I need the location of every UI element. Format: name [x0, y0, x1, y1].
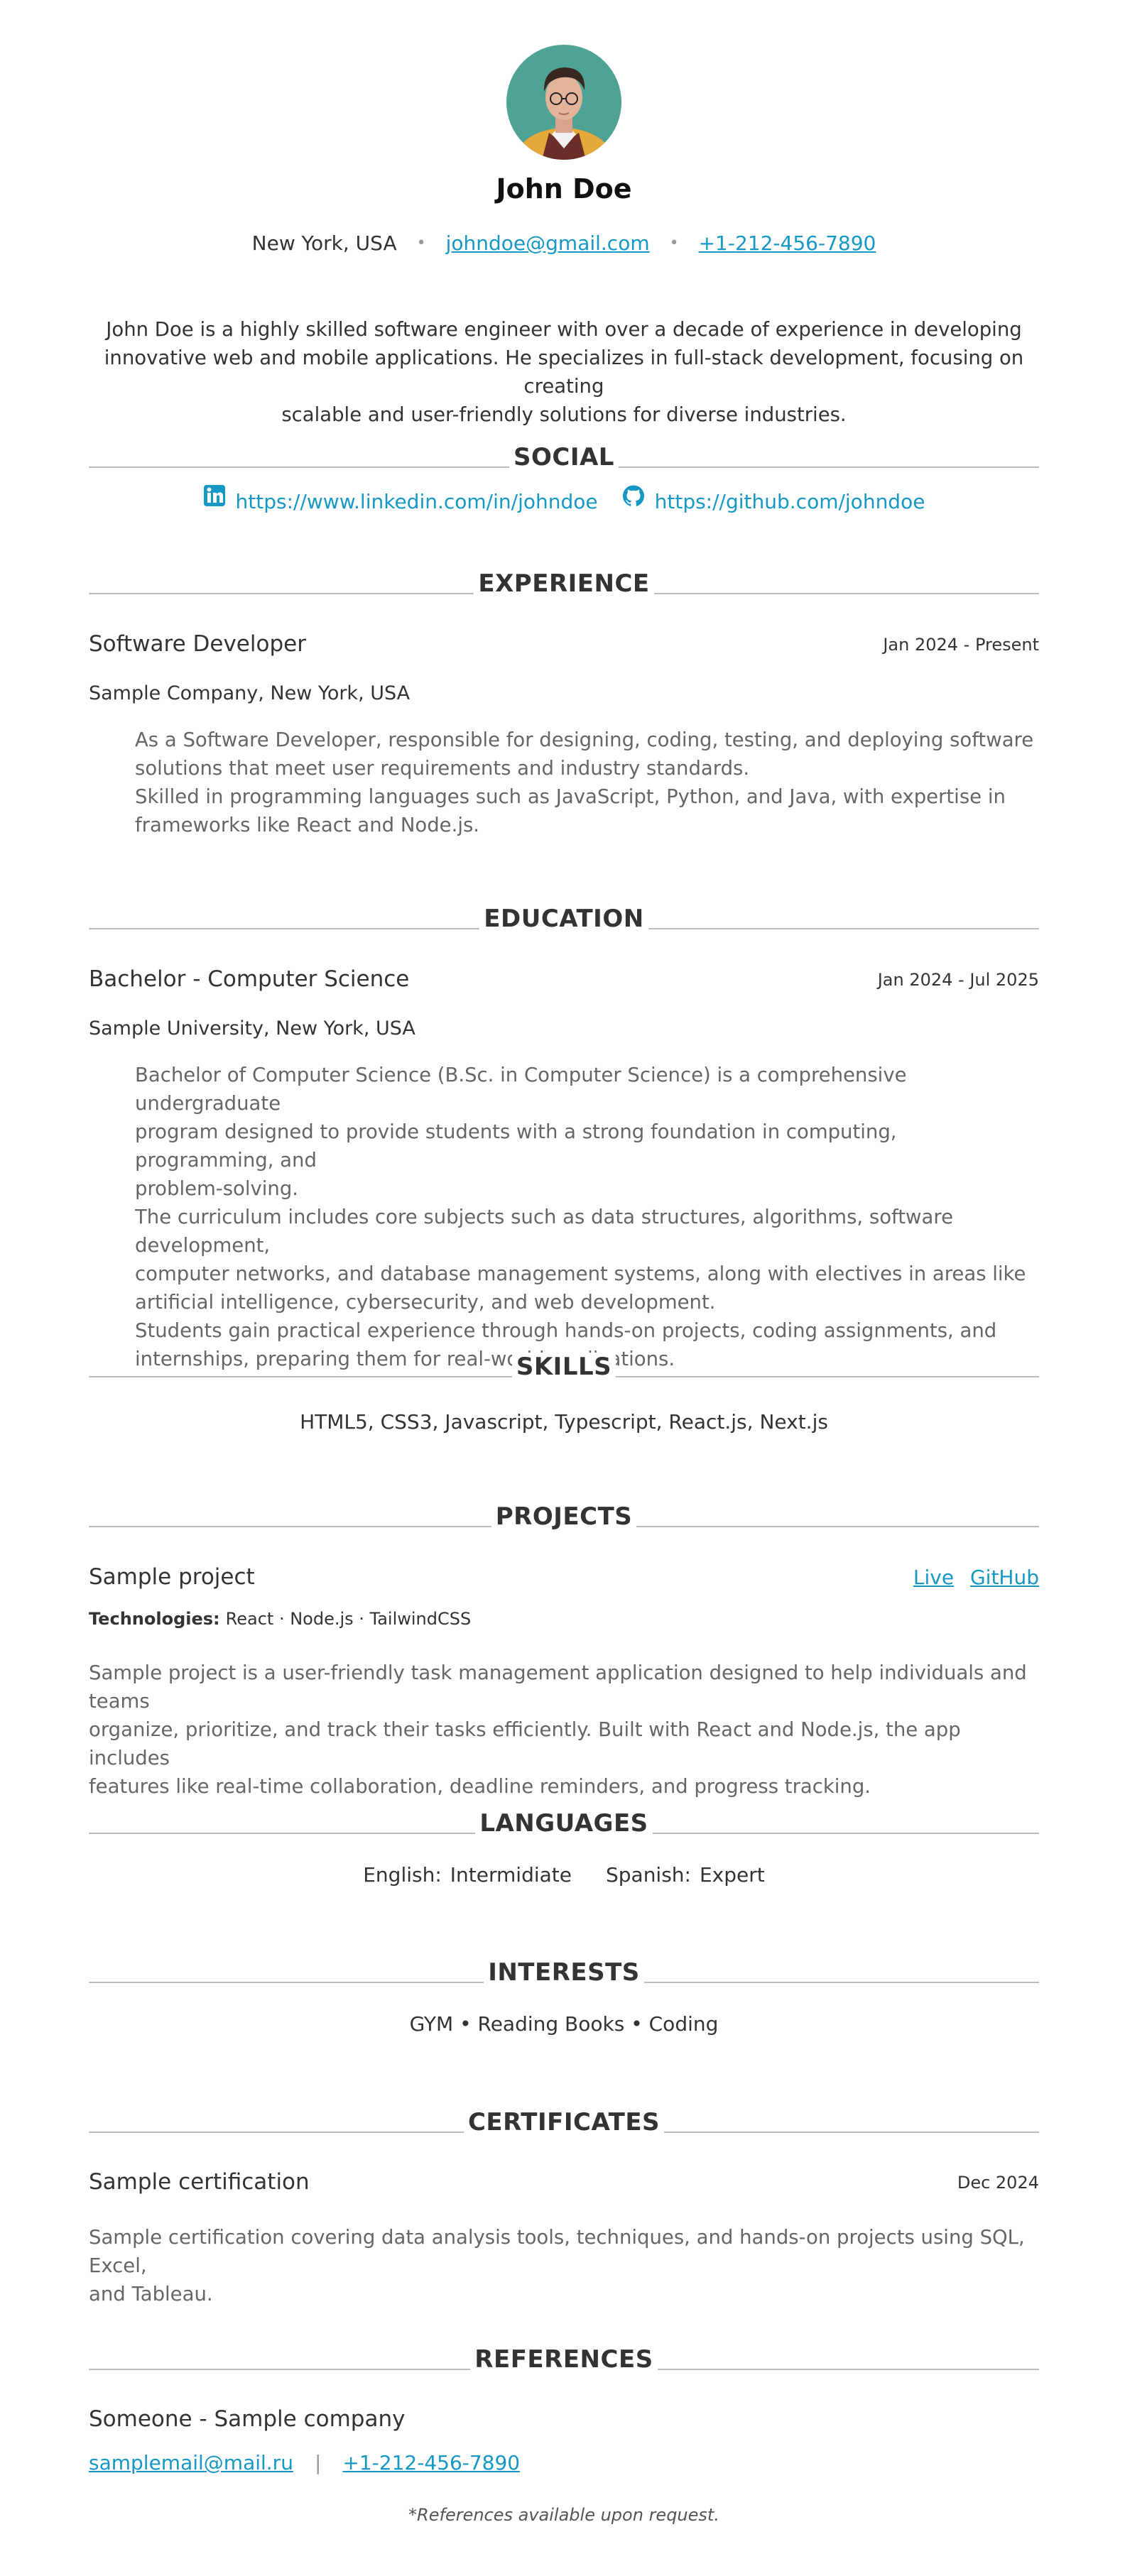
separator-dot: •: [669, 234, 679, 252]
reference-title: Someone - Sample company: [89, 2406, 406, 2432]
certificate-date: Dec 2024: [957, 2173, 1039, 2193]
avatar-portrait-icon: [506, 45, 621, 160]
project-description: Sample project is a user-friendly task m…: [89, 1659, 1039, 1801]
language-level: Expert: [699, 1863, 765, 1887]
project-title: Sample project: [89, 1564, 255, 1590]
reference-phone-link[interactable]: +1-212-456-7890: [342, 2451, 520, 2474]
github-link[interactable]: https://github.com/johndoe: [655, 490, 925, 513]
description-line: Students gain practical experience throu…: [135, 1319, 997, 1342]
section-title: PROJECTS: [491, 1502, 637, 1531]
language-item: Spanish: Expert: [606, 1863, 765, 1887]
summary-line: John Doe is a highly skilled software en…: [106, 318, 1022, 341]
experience-date: Jan 2024 - Present: [883, 635, 1039, 655]
description-line: Sample certification covering data analy…: [89, 2226, 1025, 2277]
certificate-title: Sample certification: [89, 2169, 310, 2195]
education-title: Bachelor - Computer Science: [89, 966, 410, 992]
description-line: program designed to provide students wit…: [135, 1120, 897, 1172]
project-links: Live GitHub: [903, 1566, 1039, 1589]
description-line: computer networks, and database manageme…: [135, 1262, 1026, 1285]
reference-contact: samplemail@mail.ru | +1-212-456-7890: [89, 2451, 520, 2474]
description-line: organize, prioritize, and track their ta…: [89, 1718, 961, 1769]
linkedin-icon: [203, 485, 225, 506]
section-title: SKILLS: [511, 1353, 616, 1381]
reference-separator: |: [314, 2451, 322, 2474]
summary-line: scalable and user-friendly solutions for…: [281, 403, 847, 426]
contact-line: New York, USA • johndoe@gmail.com • +1-2…: [89, 231, 1039, 255]
profile-name: John Doe: [496, 173, 632, 204]
summary-line: innovative web and mobile applications. …: [104, 346, 1024, 398]
github-icon: [622, 485, 644, 506]
technologies-label: Technologies:: [89, 1609, 220, 1629]
section-title: CERTIFICATES: [463, 2108, 665, 2136]
section-header-certificates: CERTIFICATES: [89, 2108, 1039, 2142]
section-header-references: REFERENCES: [89, 2345, 1039, 2379]
description-line: frameworks like React and Node.js.: [135, 814, 480, 836]
language-name: Spanish:: [605, 1863, 691, 1887]
languages-list: English: Intermidiate Spanish: Expert: [89, 1863, 1039, 1887]
section-header-social: SOCIAL: [89, 443, 1039, 477]
description-line: artificial intelligence, cybersecurity, …: [135, 1291, 716, 1314]
phone-link[interactable]: +1-212-456-7890: [699, 231, 876, 255]
section-header-interests: INTERESTS: [89, 1958, 1039, 1992]
project-live-link[interactable]: Live: [913, 1566, 954, 1589]
description-line: solutions that meet user requirements an…: [135, 757, 750, 780]
project-technologies: Technologies: React · Node.js · TailwindC…: [89, 1609, 471, 1629]
interests-list: GYM • Reading Books • Coding: [409, 2012, 719, 2036]
description-line: Bachelor of Computer Science (B.Sc. in C…: [135, 1064, 907, 1115]
section-header-languages: LANGUAGES: [89, 1809, 1039, 1843]
resume-page: John Doe New York, USA • johndoe@gmail.c…: [0, 0, 1125, 2576]
education-date: Jan 2024 - Jul 2025: [877, 970, 1039, 990]
education-description: Bachelor of Computer Science (B.Sc. in C…: [135, 1061, 1039, 1373]
description-line: The curriculum includes core subjects su…: [135, 1206, 953, 1257]
references-note: *References available upon request.: [408, 2505, 719, 2525]
language-level: Intermidiate: [450, 1863, 572, 1887]
description-line: Sample project is a user-friendly task m…: [89, 1661, 1027, 1713]
section-title: LANGUAGES: [475, 1809, 653, 1838]
social-links: https://www.linkedin.com/in/johndoe http…: [89, 485, 1039, 513]
email-link[interactable]: johndoe@gmail.com: [446, 231, 650, 255]
section-title: EDUCATION: [479, 905, 648, 933]
experience-company: Sample Company, New York, USA: [89, 682, 411, 704]
section-header-experience: EXPERIENCE: [89, 569, 1039, 604]
project-github-link[interactable]: GitHub: [970, 1566, 1039, 1589]
description-line: As a Software Developer, responsible for…: [135, 728, 1034, 751]
description-line: problem-solving.: [135, 1177, 299, 1200]
social-item-linkedin: https://www.linkedin.com/in/johndoe: [203, 485, 598, 513]
avatar: [506, 45, 621, 160]
section-title: REFERENCES: [470, 2345, 658, 2374]
description-line: Skilled in programming languages such as…: [135, 785, 1006, 808]
certificate-description: Sample certification covering data analy…: [89, 2223, 1039, 2308]
education-school: Sample University, New York, USA: [89, 1017, 415, 1039]
location-text: New York, USA: [251, 231, 397, 255]
section-title: SOCIAL: [509, 443, 619, 471]
experience-title: Software Developer: [89, 631, 306, 657]
technologies-value: React · Node.js · TailwindCSS: [225, 1609, 472, 1629]
experience-description: As a Software Developer, responsible for…: [135, 726, 1039, 839]
section-title: INTERESTS: [484, 1958, 644, 1987]
linkedin-link[interactable]: https://www.linkedin.com/in/johndoe: [236, 490, 598, 513]
language-item: English: Intermidiate: [363, 1863, 572, 1887]
section-title: EXPERIENCE: [474, 569, 654, 598]
language-name: English:: [363, 1863, 442, 1887]
social-item-github: https://github.com/johndoe: [622, 485, 925, 513]
skills-list: HTML5, CSS3, Javascript, Typescript, Rea…: [300, 1410, 828, 1434]
section-header-projects: PROJECTS: [89, 1502, 1039, 1537]
description-line: and Tableau.: [89, 2283, 213, 2305]
profile-summary: John Doe is a highly skilled software en…: [89, 315, 1039, 429]
section-header-education: EDUCATION: [89, 905, 1039, 939]
separator-dot: •: [416, 234, 426, 252]
section-header-skills: SKILLS: [89, 1353, 1039, 1387]
reference-email-link[interactable]: samplemail@mail.ru: [89, 2451, 293, 2474]
description-line: features like real-time collaboration, d…: [89, 1775, 871, 1798]
